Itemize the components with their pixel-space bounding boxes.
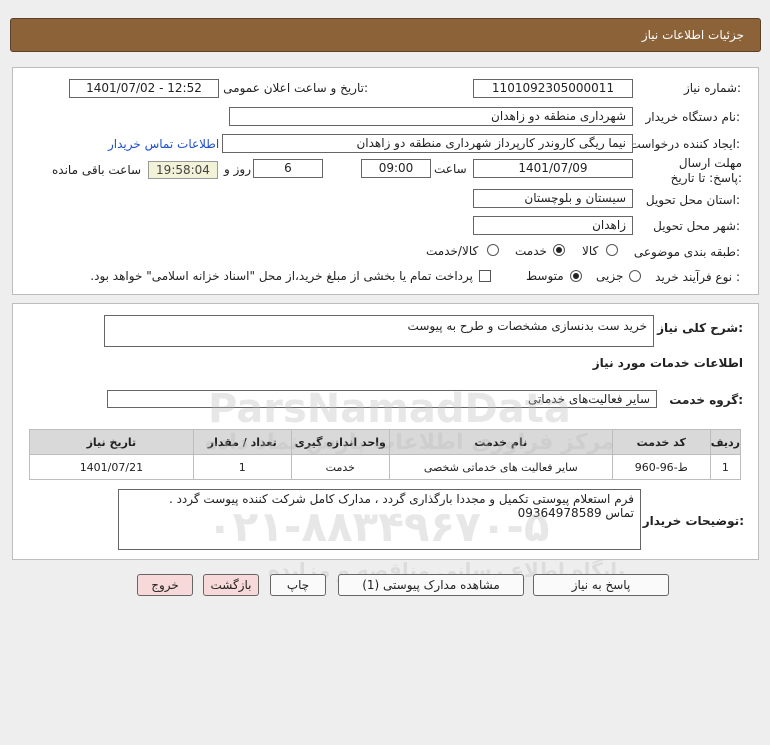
deadline-time-field[interactable]: 09:00 — [361, 159, 431, 178]
province-label: استان محل تحویل: — [645, 193, 740, 207]
service-group-label: گروه خدمت: — [669, 393, 743, 407]
cell-code: ط-96-960 — [611, 454, 711, 480]
need-info-panel — [12, 67, 759, 295]
days-remaining-field[interactable]: 6 — [253, 159, 323, 178]
city-field[interactable]: زاهدان — [473, 216, 633, 235]
announce-datetime-field[interactable]: 1401/07/02 - 12:52 — [69, 79, 219, 98]
category-label: طبقه بندی موضوعی: — [633, 245, 740, 259]
need-summary-label: شرح کلی نیاز: — [657, 321, 743, 335]
services-section-title: اطلاعات خدمات مورد نیاز — [592, 356, 743, 370]
view-attachments-button[interactable]: مشاهده مدارک پیوستی (1) — [338, 574, 524, 596]
category-radio-service[interactable] — [553, 244, 565, 256]
need-summary-field: خرید ست بدنسازی مشخصات و طرح به پیوست — [104, 315, 654, 347]
need-number-field[interactable]: 1101092305000011 — [473, 79, 633, 98]
buyer-contact-link[interactable]: اطلاعات تماس خریدار — [108, 137, 219, 151]
purchase-type-label: نوع فرآیند خرید : — [655, 270, 740, 284]
purchase-option-minor: جزیی — [596, 269, 624, 283]
deadline-time-label: ساعت — [434, 162, 467, 176]
deadline-date-field[interactable]: 1401/07/09 — [473, 159, 633, 178]
cell-qty: 1 — [192, 454, 292, 480]
col-date: تاریخ نیاز — [29, 429, 194, 455]
treasury-payment-note: پرداخت تمام یا بخشی از مبلغ خرید،از محل … — [90, 269, 473, 283]
back-button[interactable]: بازگشت — [203, 574, 259, 596]
remaining-time-label: ساعت باقی مانده — [52, 163, 142, 177]
category-option-service: خدمت — [515, 244, 547, 258]
province-field[interactable]: سیستان و بلوچستان — [473, 189, 633, 208]
category-radio-goods-service[interactable] — [487, 244, 499, 256]
request-creator-field[interactable]: نیما ریگی کاروندر کارپرداز شهرداری منطقه… — [222, 134, 633, 153]
watermark-brand: ParsNamadData — [208, 386, 571, 432]
category-option-goods: کالا — [582, 244, 599, 258]
deadline-label: مهلت ارسال پاسخ: تا تاریخ: — [670, 156, 742, 185]
city-label: شهر محل تحویل: — [653, 219, 740, 233]
announce-datetime-label: تاریخ و ساعت اعلان عمومی: — [223, 81, 368, 95]
treasury-payment-checkbox[interactable] — [479, 270, 491, 282]
purchase-option-medium: متوسط — [526, 269, 564, 283]
purchase-radio-minor[interactable] — [629, 270, 641, 282]
days-label: روز و — [224, 162, 251, 176]
watermark-phone: ۰۲۱-۸۸۳۴۹۶۷۰-۵ — [207, 502, 550, 551]
cell-date: 1401/07/21 — [29, 454, 194, 480]
request-creator-label: ایجاد کننده درخواست: — [629, 137, 740, 151]
cell-name: سایر فعالیت های خدماتی شخصی — [388, 454, 613, 480]
cell-row: 1 — [709, 454, 742, 480]
page-title: جزئیات اطلاعات نیاز — [641, 28, 744, 42]
exit-button[interactable]: خروج — [137, 574, 193, 596]
respond-button[interactable]: پاسخ به نیاز — [533, 574, 669, 596]
need-number-label: شماره نیاز: — [683, 81, 741, 95]
watermark-tagline: مرکز فراوری اطلاعات پارس نماد داده — [205, 430, 615, 455]
col-row: ردیف — [709, 429, 742, 455]
remaining-time-field: 19:58:04 — [148, 161, 218, 179]
buyer-notes-label: توضیحات خریدار: — [642, 514, 744, 528]
table-row: 1 ط-96-960 سایر فعالیت های خدماتی شخصی خ… — [29, 454, 742, 480]
category-radio-goods[interactable] — [606, 244, 618, 256]
buyer-org-label: نام دستگاه خریدار: — [645, 110, 741, 124]
purchase-radio-medium[interactable] — [570, 270, 582, 282]
buyer-org-field[interactable]: شهرداری منطقه دو زاهدان — [229, 107, 633, 126]
col-code: کد خدمت — [611, 429, 711, 455]
print-button[interactable]: چاپ — [270, 574, 326, 596]
page-header: جزئیات اطلاعات نیاز — [10, 18, 761, 52]
cell-unit: خدمت — [290, 454, 390, 480]
category-option-goods-service: کالا/خدمت — [426, 244, 479, 258]
